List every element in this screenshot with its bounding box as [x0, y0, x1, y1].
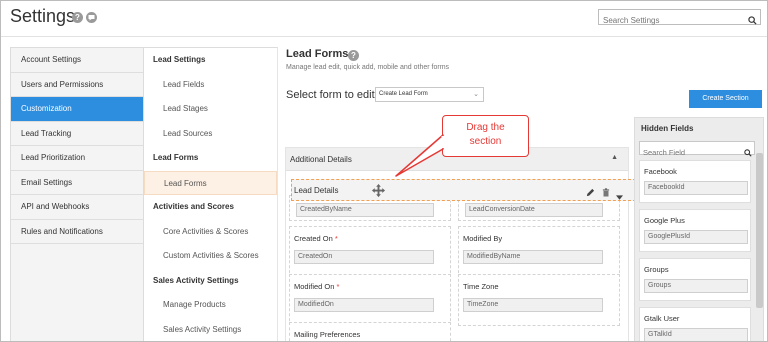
submenu-item-core-activities-scores[interactable]: Core Activities & Scores	[144, 220, 277, 245]
form-select-value: Create Lead Form	[379, 91, 428, 97]
header: Settings ?	[1, 1, 767, 37]
sidebar-item-lead-prioritization[interactable]: Lead Prioritization	[11, 146, 143, 171]
section-title: Lead Forms	[286, 48, 349, 60]
hidden-field-label: Gtalk User	[644, 314, 680, 323]
settings-search	[598, 9, 761, 28]
sidebar-item-rules-and-notifications[interactable]: Rules and Notifications	[11, 220, 143, 244]
field-modified-by[interactable]: Modified By ModifiedByName	[458, 226, 620, 278]
sidebar-item-customization[interactable]: Customization	[11, 97, 143, 122]
help-icon[interactable]: ?	[72, 12, 83, 23]
hidden-field-input: GooglePlusId	[644, 230, 748, 244]
field-label: Modified On *	[294, 282, 340, 291]
settings-sidebar: Account Settings Users and Permissions Cus…	[10, 47, 144, 341]
submenu-item-lead-stages[interactable]: Lead Stages	[144, 97, 277, 122]
field-modified-on[interactable]: Modified On * ModifiedOn	[289, 274, 451, 326]
submenu-heading-sales-activity-settings: Sales Activity Settings	[153, 275, 239, 285]
field-label: Mailing Preferences	[294, 330, 361, 339]
field-input: CreatedByName	[296, 203, 434, 217]
customization-submenu: Lead Settings Lead Fields Lead Stages Lead …	[144, 47, 278, 342]
dragging-section-title: Lead Details	[294, 186, 339, 195]
hidden-field-label: Groups	[644, 265, 669, 274]
submenu-item-custom-activities-scores[interactable]: Custom Activities & Scores	[144, 244, 277, 269]
form-select[interactable]: Create Lead Form ⌄	[375, 87, 484, 102]
field-input: ModifiedByName	[463, 250, 603, 264]
field-label: Created On *	[294, 234, 338, 243]
search-icon[interactable]	[748, 12, 757, 30]
chat-icon[interactable]	[86, 12, 97, 23]
hidden-field-card[interactable]: Groups Groups	[639, 258, 751, 301]
field-input: ModifiedOn	[294, 298, 434, 312]
field-label: Time Zone	[463, 282, 499, 291]
field-input: CreatedOn	[294, 250, 434, 264]
submenu-item-manage-products[interactable]: Manage Products	[144, 293, 277, 318]
sidebar-item-lead-tracking[interactable]: Lead Tracking	[11, 122, 143, 146]
chevron-down-icon: ⌄	[473, 91, 479, 98]
submenu-item-lead-forms[interactable]: Lead Forms	[144, 170, 277, 195]
submenu-heading-lead-settings: Lead Settings	[153, 55, 206, 64]
hidden-fields-title: Hidden Fields	[641, 124, 694, 133]
hidden-field-card[interactable]: Facebook FacebookId	[639, 160, 751, 203]
submenu-item-lead-fields[interactable]: Lead Fields	[144, 73, 277, 98]
section-subtitle: Manage lead edit, quick add, mobile and …	[286, 64, 450, 71]
app-window: Settings ? Account SettingsUsers and Per…	[0, 0, 768, 342]
hidden-field-input: Groups	[644, 279, 748, 293]
delete-icon[interactable]	[602, 184, 610, 202]
settings-search-input[interactable]	[599, 13, 739, 28]
field-created-on[interactable]: Created On * CreatedOn	[289, 226, 451, 278]
hidden-field-label: Facebook	[644, 167, 677, 176]
help-icon[interactable]: ?	[348, 50, 359, 61]
hidden-field-label: Google Plus	[644, 216, 685, 225]
field-time-zone[interactable]: Time Zone TimeZone	[458, 274, 620, 326]
select-form-label: Select form to edit	[286, 89, 375, 101]
field-search-input[interactable]	[640, 146, 738, 159]
sidebar-item-account-settings[interactable]: Account Settings	[11, 48, 143, 73]
field-search	[639, 141, 755, 159]
hidden-field-input: FacebookId	[644, 181, 748, 195]
hidden-fields-panel: Hidden Fields Facebook FacebookId Google…	[634, 117, 764, 341]
create-section-button[interactable]: Create Section	[689, 90, 762, 108]
submenu-item-lead-sources[interactable]: Lead Sources	[144, 122, 277, 147]
move-icon[interactable]	[371, 183, 386, 203]
hidden-field-input: GTalkId	[644, 328, 748, 341]
submenu-heading-activities-and-scores: Activities and Scores	[153, 202, 234, 211]
sidebar-item-api-and-webhooks[interactable]: API and Webhooks	[11, 195, 143, 220]
scrollbar[interactable]	[756, 153, 763, 308]
section-header-title: Additional Details	[290, 155, 352, 164]
hidden-field-card[interactable]: Gtalk User GTalkId	[639, 307, 751, 341]
sidebar-item-users-and-permissions[interactable]: Users and Permissions	[11, 73, 143, 97]
field-input: LeadConversionDate	[465, 203, 603, 217]
collapse-caret-icon[interactable]: ▲	[611, 154, 618, 161]
field-input: TimeZone	[463, 298, 603, 312]
field-label: Modified By	[463, 234, 503, 243]
page-title: Settings	[10, 6, 76, 26]
submenu-item-sales-activity-settings[interactable]: Sales Activity Settings	[144, 318, 277, 342]
edit-icon[interactable]	[586, 184, 595, 202]
chevron-down-icon[interactable]	[616, 187, 623, 205]
field-mailing-preferences[interactable]: Mailing Preferences	[289, 322, 451, 341]
sidebar-item-email-settings[interactable]: Email Settings	[11, 171, 143, 195]
callout-pointer	[395, 134, 445, 177]
hidden-field-card[interactable]: Google Plus GooglePlusId	[639, 209, 751, 252]
submenu-heading-lead-forms: Lead Forms	[153, 153, 199, 162]
